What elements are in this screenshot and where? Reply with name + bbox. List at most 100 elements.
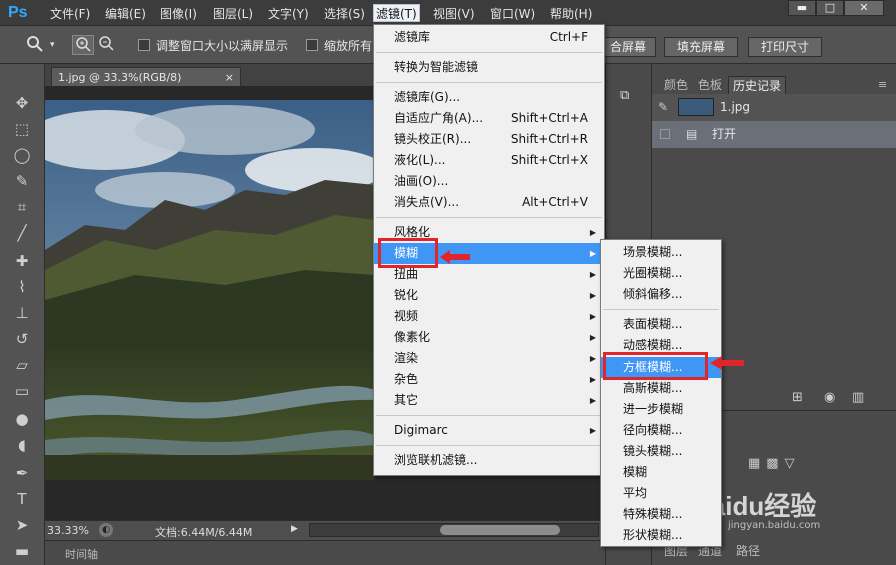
tab-paths[interactable]: 路径 xyxy=(732,542,764,560)
menu-file[interactable]: 文件(F) xyxy=(48,5,92,23)
quick-select-tool-icon[interactable]: ✎ xyxy=(10,170,34,192)
eyedropper-tool-icon[interactable]: ╱ xyxy=(10,222,34,244)
submenu-item-smart-blur[interactable]: 特殊模糊... xyxy=(601,504,721,525)
submenu-item-lens-blur[interactable]: 镜头模糊... xyxy=(601,441,721,462)
menu-help[interactable]: 帮助(H) xyxy=(548,5,594,23)
blur-tool-icon[interactable]: ● xyxy=(10,408,34,430)
document-icon: ▤ xyxy=(686,127,698,141)
history-snapshot[interactable]: ✎ 1.jpg xyxy=(652,94,896,121)
resize-windows-checkbox[interactable] xyxy=(138,39,150,51)
submenu-item-blur[interactable]: 模糊 xyxy=(601,462,721,483)
panel-menu-icon[interactable]: ≡ xyxy=(878,78,887,91)
fit-screen-button[interactable]: 合屏幕 xyxy=(600,37,656,57)
new-document-from-state-icon[interactable]: ⊞ xyxy=(792,390,803,405)
history-brush-tool-icon[interactable]: ↺ xyxy=(10,328,34,350)
path-selection-tool-icon[interactable]: ➤ xyxy=(10,514,34,536)
submenu-item-radial-blur[interactable]: 径向模糊... xyxy=(601,420,721,441)
resize-windows-label: 调整窗口大小以满屏显示 xyxy=(156,39,289,53)
submenu-item-field-blur[interactable]: 场景模糊... xyxy=(601,242,721,263)
gradient-tool-icon[interactable]: ▭ xyxy=(10,380,34,402)
menu-item-pixelate[interactable]: 像素化 ▶ xyxy=(374,327,604,348)
menu-item-video[interactable]: 视频 ▶ xyxy=(374,306,604,327)
minimize-button[interactable]: ▬ xyxy=(788,0,816,16)
pen-tool-icon[interactable]: ✒ xyxy=(10,462,34,484)
dodge-tool-icon[interactable]: ◖ xyxy=(10,434,34,456)
menu-item-browse-online[interactable]: 浏览联机滤镜... xyxy=(374,450,604,471)
menu-layer[interactable]: 图层(L) xyxy=(211,5,255,23)
zoom-level[interactable]: 33.33% xyxy=(47,524,89,537)
document-size: 文档:6.44M/6.44M xyxy=(155,526,253,539)
lasso-tool-icon[interactable]: ◯ xyxy=(10,144,34,166)
document-tab[interactable]: 1.jpg @ 33.3%(RGB/8) × xyxy=(51,67,241,86)
snapshot-brush-icon: ✎ xyxy=(658,100,669,114)
menu-item-noise[interactable]: 杂色 ▶ xyxy=(374,369,604,390)
menu-image[interactable]: 图像(I) xyxy=(158,5,199,23)
menu-item-other[interactable]: 其它 ▶ xyxy=(374,390,604,411)
camera-icon[interactable]: ◉ xyxy=(824,390,835,405)
adjustment-icons[interactable]: ▦▩▽ xyxy=(748,456,801,471)
menu-item-digimarc[interactable]: Digimarc ▶ xyxy=(374,420,604,441)
snapshot-thumbnail xyxy=(678,98,714,116)
menu-bar: Ps 文件(F) 编辑(E) 图像(I) 图层(L) 文字(Y) 选择(S) 滤… xyxy=(0,0,896,26)
zoom-in-icon[interactable] xyxy=(72,35,94,55)
menu-type[interactable]: 文字(Y) xyxy=(266,5,311,23)
maximize-button[interactable]: □ xyxy=(816,0,844,16)
submenu-item-shape-blur[interactable]: 形状模糊... xyxy=(601,525,721,546)
type-tool-icon[interactable]: T xyxy=(10,488,34,510)
menu-item-vanishing-point[interactable]: 消失点(V)... Alt+Ctrl+V xyxy=(374,192,604,213)
scrollbar-thumb[interactable] xyxy=(440,525,560,535)
fill-screen-button[interactable]: 填充屏幕 xyxy=(664,37,738,57)
crop-tool-icon[interactable]: ⌗ xyxy=(10,196,34,218)
menu-item-filter-gallery[interactable]: 滤镜库(G)... xyxy=(374,87,604,108)
zoom-all-checkbox[interactable] xyxy=(306,39,318,51)
close-button[interactable]: ✕ xyxy=(844,0,884,16)
tab-swatches[interactable]: 色板 xyxy=(694,76,726,94)
menu-edit[interactable]: 编辑(E) xyxy=(103,5,148,23)
annotation-box-box-blur xyxy=(603,352,708,380)
menu-filter[interactable]: 滤镜(T) xyxy=(373,4,420,22)
menu-select[interactable]: 选择(S) xyxy=(322,5,367,23)
zoom-out-icon[interactable] xyxy=(98,35,114,55)
timeline-panel: 时间轴 xyxy=(45,540,605,565)
submenu-item-surface-blur[interactable]: 表面模糊... xyxy=(601,314,721,335)
brush-tool-icon[interactable]: ⌇ xyxy=(10,276,34,298)
history-panel-icon[interactable]: ⧉ xyxy=(620,88,629,103)
submenu-item-iris-blur[interactable]: 光圈模糊... xyxy=(601,263,721,284)
annotation-box-blur xyxy=(378,238,438,268)
menu-item-render[interactable]: 渲染 ▶ xyxy=(374,348,604,369)
submenu-item-tilt-shift[interactable]: 倾斜偏移... xyxy=(601,284,721,305)
menu-item-filter-gallery-last[interactable]: 滤镜库 Ctrl+F xyxy=(374,27,604,48)
zoom-tool-icon[interactable] xyxy=(26,35,44,55)
tab-color[interactable]: 颜色 xyxy=(660,76,692,94)
history-state-checkbox[interactable] xyxy=(660,129,670,139)
menu-item-sharpen[interactable]: 锐化 ▶ xyxy=(374,285,604,306)
submenu-item-average[interactable]: 平均 xyxy=(601,483,721,504)
document-info-icon[interactable]: ◐ xyxy=(99,523,113,537)
chevron-down-icon[interactable]: ▾ xyxy=(50,35,55,55)
marquee-tool-icon[interactable]: ⬚ xyxy=(10,118,34,140)
eraser-tool-icon[interactable]: ▱ xyxy=(10,354,34,376)
submenu-item-blur-more[interactable]: 进一步模糊 xyxy=(601,399,721,420)
close-icon[interactable]: × xyxy=(225,68,234,87)
history-state[interactable]: ▤ 打开 xyxy=(652,121,896,148)
healing-brush-tool-icon[interactable]: ✚ xyxy=(10,250,34,272)
menu-item-liquify[interactable]: 液化(L)... Shift+Ctrl+X xyxy=(374,150,604,171)
tab-history[interactable]: 历史记录 xyxy=(728,76,787,94)
trash-icon[interactable]: ▥ xyxy=(852,390,864,405)
menu-item-adaptive-wide-angle[interactable]: 自适应广角(A)... Shift+Ctrl+A xyxy=(374,108,604,129)
menu-window[interactable]: 窗口(W) xyxy=(488,5,537,23)
horizontal-scrollbar[interactable] xyxy=(309,523,599,537)
menu-separator xyxy=(603,309,719,310)
annotation-arrow-icon xyxy=(440,250,470,264)
print-size-button[interactable]: 打印尺寸 xyxy=(748,37,822,57)
status-arrow-icon[interactable]: ▶ xyxy=(291,524,298,534)
move-tool-icon[interactable]: ✥ xyxy=(10,92,34,114)
menu-item-oil-paint[interactable]: 油画(O)... xyxy=(374,171,604,192)
menu-item-convert-smart-filter[interactable]: 转换为智能滤镜 xyxy=(374,57,604,78)
clone-stamp-tool-icon[interactable]: ⊥ xyxy=(10,302,34,324)
rectangle-tool-icon[interactable]: ▬ xyxy=(10,540,34,562)
submenu-item-gaussian-blur[interactable]: 高斯模糊... xyxy=(601,378,721,399)
menu-item-lens-correction[interactable]: 镜头校正(R)... Shift+Ctrl+R xyxy=(374,129,604,150)
menu-view[interactable]: 视图(V) xyxy=(431,5,477,23)
timeline-tab[interactable]: 时间轴 xyxy=(65,546,98,562)
